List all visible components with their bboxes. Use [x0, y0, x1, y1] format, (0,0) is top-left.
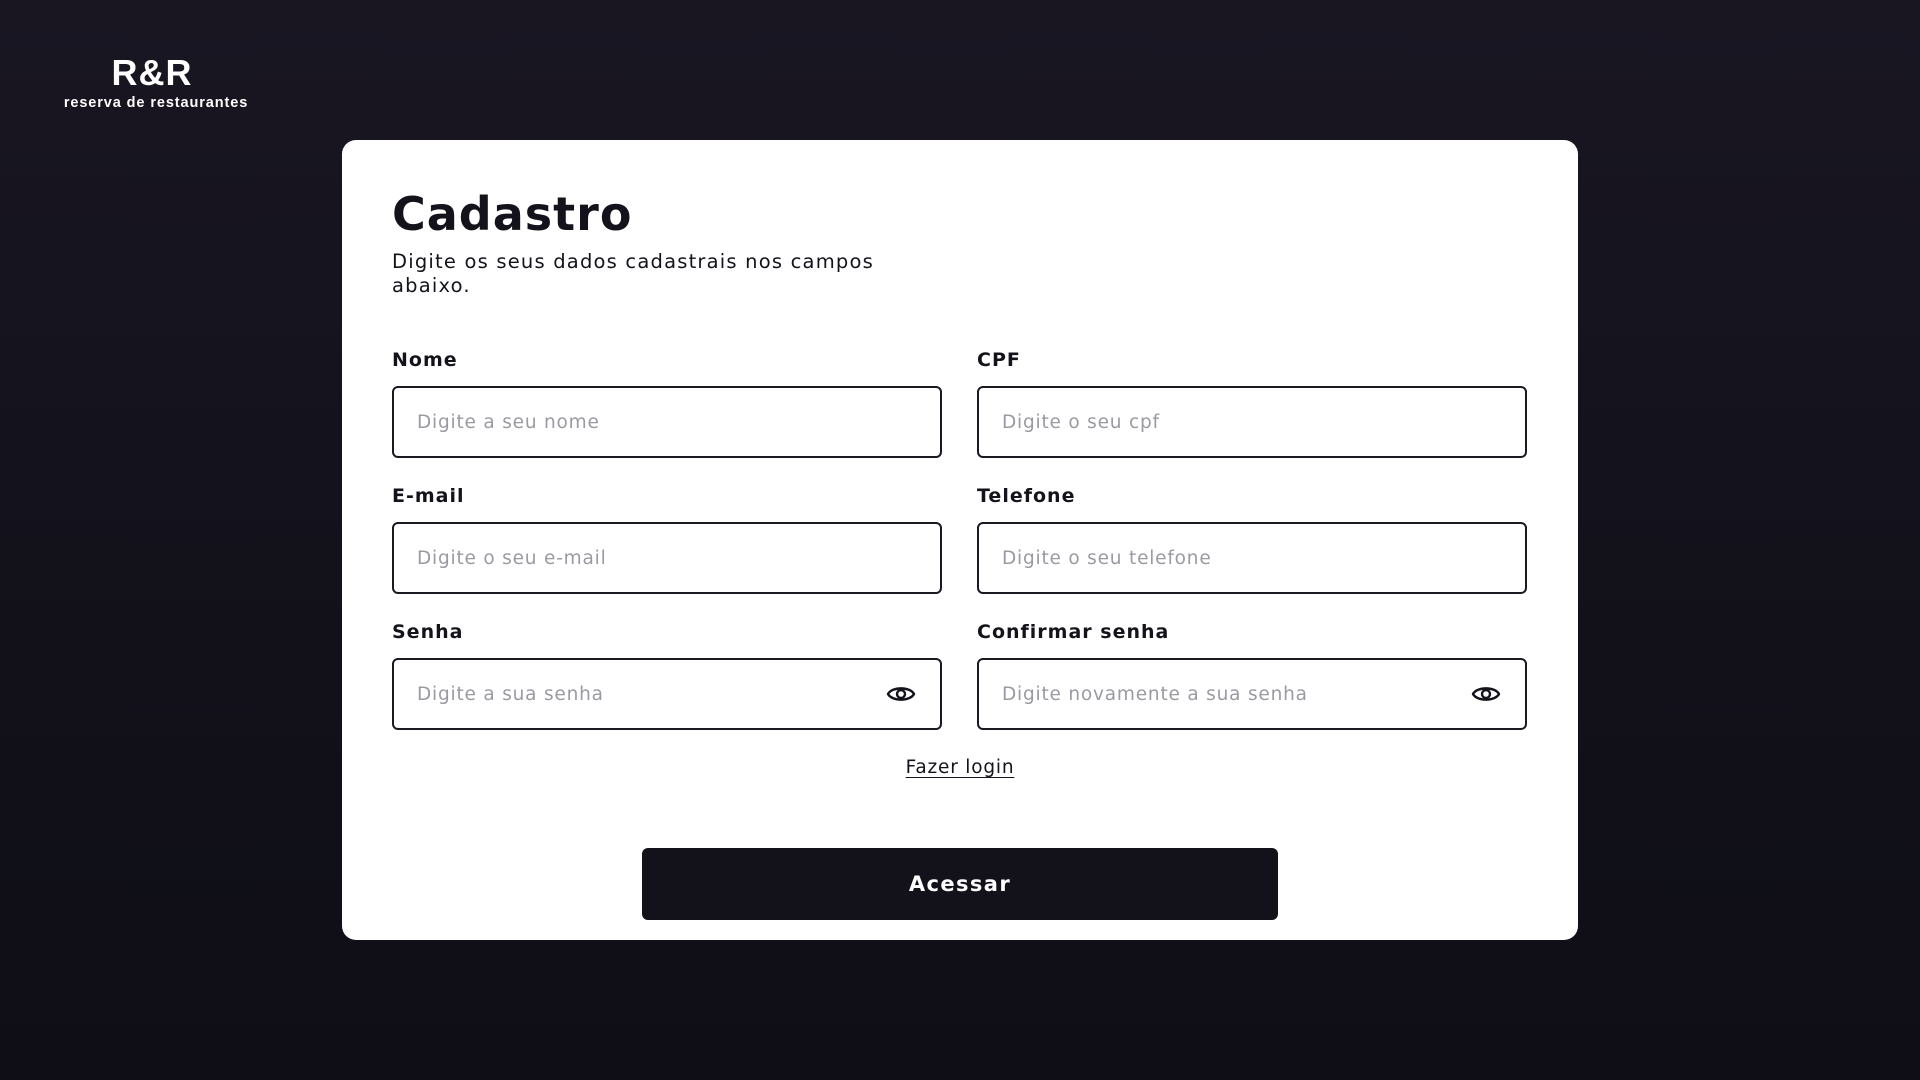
- email-input-box[interactable]: [392, 522, 942, 594]
- senha-input[interactable]: [394, 660, 940, 728]
- telefone-input[interactable]: [979, 524, 1525, 592]
- nome-label: Nome: [392, 349, 458, 371]
- page-subtitle: Digite os seus dados cadastrais nos camp…: [392, 250, 874, 297]
- senha-label: Senha: [392, 621, 464, 643]
- email-input[interactable]: [394, 524, 940, 592]
- nome-field-group: Nome: [392, 348, 942, 458]
- login-link-row: Fazer login: [342, 756, 1578, 780]
- senha-input-box[interactable]: [392, 658, 942, 730]
- brand-subtitle: reserva de restaurantes: [63, 95, 249, 111]
- telefone-field-group: Telefone: [977, 484, 1527, 594]
- signup-card: Cadastro Digite os seus dados cadastrais…: [342, 140, 1578, 940]
- submit-button[interactable]: Acessar: [642, 848, 1278, 920]
- cpf-field-group: CPF: [977, 348, 1527, 458]
- eye-icon[interactable]: [1471, 681, 1501, 707]
- brand-logo: R&R reserva de restaurantes: [59, 54, 253, 112]
- telefone-label: Telefone: [977, 485, 1076, 507]
- senha-field-group: Senha: [392, 620, 942, 730]
- eye-icon[interactable]: [886, 681, 916, 707]
- cpf-input-box[interactable]: [977, 386, 1527, 458]
- cpf-label: CPF: [977, 349, 1021, 371]
- email-label: E-mail: [392, 485, 465, 507]
- brand-title: R&R: [111, 52, 193, 93]
- telefone-input-box[interactable]: [977, 522, 1527, 594]
- login-link[interactable]: Fazer login: [906, 757, 1015, 778]
- confirmar-senha-input-box[interactable]: [977, 658, 1527, 730]
- confirmar-senha-field-group: Confirmar senha: [977, 620, 1527, 730]
- cpf-input[interactable]: [979, 388, 1525, 456]
- email-field-group: E-mail: [392, 484, 942, 594]
- nome-input[interactable]: [394, 388, 940, 456]
- confirmar-senha-label: Confirmar senha: [977, 621, 1170, 643]
- page-title: Cadastro: [392, 187, 633, 241]
- nome-input-box[interactable]: [392, 386, 942, 458]
- confirmar-senha-input[interactable]: [979, 660, 1525, 728]
